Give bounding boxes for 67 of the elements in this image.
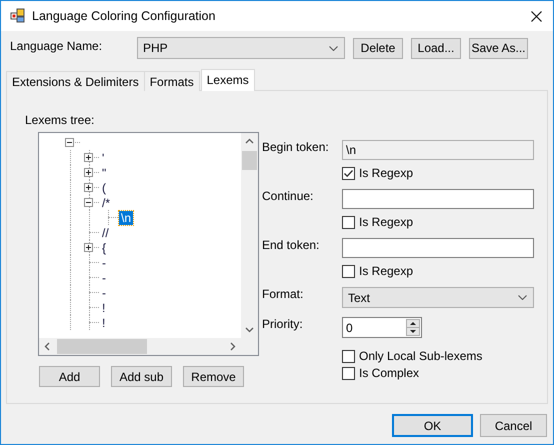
toolbar-button[interactable]: Save As... <box>469 38 528 58</box>
expand-icon[interactable] <box>84 243 93 252</box>
collapse-icon[interactable] <box>84 198 93 207</box>
checkbox[interactable] <box>342 366 355 380</box>
tree-view[interactable]: ' " ( /* \n // { - - - ! ! <box>38 132 259 356</box>
toolbar-button[interactable]: Delete <box>353 38 403 58</box>
checkbox[interactable] <box>342 216 355 228</box>
expand-icon[interactable] <box>84 183 93 192</box>
vertical-scrollbar[interactable] <box>241 133 258 355</box>
chevron-icon <box>329 46 338 50</box>
expand-icon[interactable] <box>84 153 93 162</box>
tree-node[interactable]: ' <box>100 150 106 164</box>
language-dropdown[interactable]: PHP <box>137 37 345 59</box>
field-label: Format: <box>262 287 304 301</box>
tab[interactable]: Extensions & Delimiters <box>6 71 145 91</box>
tree-node[interactable]: ! <box>100 300 108 314</box>
tree-node[interactable]: // <box>100 226 111 240</box>
checkbox[interactable] <box>342 264 355 278</box>
input-field[interactable] <box>342 238 534 258</box>
collapse-icon[interactable] <box>65 138 74 147</box>
scroll-thumb[interactable] <box>57 339 147 354</box>
tree-label: Lexems tree: <box>25 113 96 127</box>
checkbox-label: Is Complex <box>359 366 420 380</box>
tree-node[interactable]: - <box>100 256 108 270</box>
checkbox[interactable] <box>342 166 355 180</box>
checkbox-label: Is Regexp <box>359 264 414 278</box>
tree-node[interactable]: - <box>100 270 108 284</box>
tree-node[interactable]: ( <box>100 180 108 194</box>
field-label: Language Name: <box>9 38 104 53</box>
tree-node[interactable]: { <box>100 240 108 254</box>
tree-node[interactable]: \n <box>119 210 134 224</box>
tree-node[interactable]: ! <box>100 316 108 330</box>
number-field[interactable]: 0 <box>342 317 422 338</box>
dialog-button[interactable]: Cancel <box>480 414 547 437</box>
input-field[interactable] <box>342 189 534 209</box>
tab[interactable]: Formats <box>144 71 200 91</box>
scroll-right-icon[interactable] <box>230 342 236 351</box>
close-icon[interactable] <box>531 10 542 22</box>
field-label: Begin token: <box>262 140 330 154</box>
horizontal-scrollbar[interactable] <box>39 338 241 355</box>
field-label: End token: <box>262 238 320 252</box>
tree-button[interactable]: Remove <box>183 366 244 387</box>
expand-icon[interactable] <box>84 168 93 177</box>
tree-node[interactable]: - <box>100 286 108 300</box>
tab[interactable]: Lexems <box>200 69 255 91</box>
field-label: Continue: <box>262 189 314 203</box>
dialog-button[interactable]: OK <box>392 414 473 437</box>
scroll-left-icon[interactable] <box>44 342 50 351</box>
tree-button[interactable]: Add <box>39 366 100 387</box>
tree-button[interactable]: Add sub <box>111 366 172 387</box>
format-dropdown[interactable]: Text <box>342 287 534 308</box>
checkbox-label: Is Regexp <box>359 215 414 229</box>
checkbox-label: Is Regexp <box>359 166 414 180</box>
chevron-icon <box>518 295 527 300</box>
scroll-down-icon[interactable] <box>245 327 254 333</box>
scroll-thumb[interactable] <box>242 151 257 170</box>
input-field[interactable]: \n <box>342 140 534 160</box>
checkbox[interactable] <box>342 350 355 362</box>
tree-node[interactable]: /* <box>100 196 112 210</box>
app-icon <box>10 8 26 24</box>
tree-node[interactable]: " <box>100 166 108 180</box>
spinner-icon[interactable] <box>406 319 420 336</box>
field-label: Priority: <box>262 317 304 331</box>
checkbox-label: Only Local Sub-lexems <box>359 349 482 363</box>
toolbar-button[interactable]: Load... <box>411 38 461 58</box>
window-title: Language Coloring Configuration <box>32 9 216 23</box>
scroll-up-icon[interactable] <box>245 138 254 144</box>
